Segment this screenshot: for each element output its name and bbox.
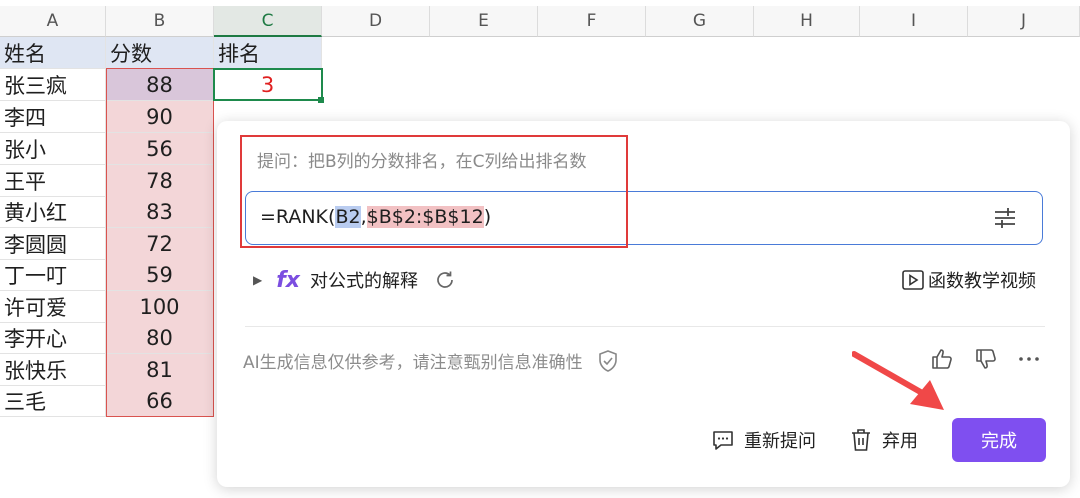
disclaimer: AI生成信息仅供参考，请注意甄别信息准确性 <box>243 348 619 373</box>
more-options-icon[interactable] <box>1018 347 1040 371</box>
column-header-b[interactable]: B <box>106 6 214 37</box>
fx-icon: fx <box>276 267 300 293</box>
column-header-j[interactable]: J <box>968 6 1080 37</box>
score-cell[interactable]: 80 <box>106 322 214 354</box>
video-label: 函数教学视频 <box>928 271 1036 292</box>
column-header-e[interactable]: E <box>430 6 538 37</box>
formula-explanation-toggle[interactable]: ▶ fx 对公式的解释 <box>253 267 456 293</box>
sliders-icon[interactable] <box>992 206 1018 230</box>
name-cell[interactable]: 李圆圆 <box>0 228 106 260</box>
panel-actions: 重新提问 弃用 完成 <box>712 418 1046 462</box>
feedback-actions <box>930 347 1040 371</box>
name-cell[interactable]: 丁一叮 <box>0 259 106 291</box>
name-cell[interactable]: 许可爱 <box>0 291 106 323</box>
tutorial-video-link[interactable]: 函数教学视频 <box>902 267 1036 293</box>
name-cell[interactable]: 黄小红 <box>0 196 106 228</box>
name-cell[interactable]: 王平 <box>0 165 106 197</box>
reask-button[interactable]: 重新提问 <box>712 427 816 453</box>
column-header-g[interactable]: G <box>646 6 754 37</box>
formula-field[interactable]: =RANK(B2, $B$2:$B$12) <box>245 191 1043 245</box>
formula-range: $B$2:$B$12 <box>366 206 484 228</box>
name-cell[interactable]: 张小 <box>0 133 106 165</box>
score-cell[interactable]: 72 <box>106 228 214 260</box>
divider <box>245 326 1045 327</box>
discard-label: 弃用 <box>882 431 918 452</box>
fill-handle[interactable] <box>318 97 324 103</box>
header-cell-name[interactable]: 姓名 <box>0 37 106 69</box>
rank-value: 3 <box>260 72 275 97</box>
formula-prefix: =RANK( <box>260 206 336 228</box>
discard-button[interactable]: 弃用 <box>850 427 918 453</box>
score-cell[interactable]: 56 <box>106 133 214 165</box>
name-cell[interactable]: 三毛 <box>0 385 106 417</box>
thumbs-down-icon[interactable] <box>974 347 998 371</box>
column-header-c[interactable]: C <box>214 6 322 37</box>
column-header-h[interactable]: H <box>754 6 860 37</box>
header-cell-rank[interactable]: 排名 <box>214 37 322 69</box>
score-cell[interactable]: 83 <box>106 196 214 228</box>
formula-ref-b2: B2 <box>335 206 361 228</box>
thumbs-up-icon[interactable] <box>930 347 954 371</box>
explain-label: 对公式的解释 <box>310 271 418 292</box>
chat-bubble-icon <box>713 431 733 450</box>
play-video-icon <box>902 270 924 290</box>
name-cell[interactable]: 李开心 <box>0 322 106 354</box>
score-cell[interactable]: 59 <box>106 259 214 291</box>
column-header-i[interactable]: I <box>860 6 968 37</box>
name-cell[interactable]: 张三疯 <box>0 69 106 101</box>
disclaimer-text: AI生成信息仅供参考，请注意甄别信息准确性 <box>243 353 583 373</box>
trash-icon <box>852 429 870 451</box>
column-header-d[interactable]: D <box>322 6 430 37</box>
score-cell[interactable]: 78 <box>106 165 214 197</box>
score-cell[interactable]: 88 <box>106 69 214 101</box>
rank-cell[interactable]: 3 <box>214 69 322 101</box>
name-cell[interactable]: 李四 <box>0 101 106 133</box>
done-button[interactable]: 完成 <box>952 418 1046 462</box>
score-cell[interactable]: 81 <box>106 354 214 386</box>
column-header-f[interactable]: F <box>538 6 646 37</box>
column-header-a[interactable]: A <box>0 6 106 37</box>
name-cell[interactable]: 张快乐 <box>0 354 106 386</box>
refresh-icon[interactable] <box>434 269 456 291</box>
score-cell[interactable]: 100 <box>106 291 214 323</box>
prompt-text: 提问：把B列的分数排名，在C列给出排名数 <box>257 152 587 172</box>
expand-triangle-icon: ▶ <box>253 273 263 287</box>
score-cell[interactable]: 66 <box>106 385 214 417</box>
shield-check-icon <box>598 349 617 372</box>
formula-text: =RANK(B2, $B$2:$B$12) <box>260 206 491 228</box>
ai-formula-panel: 提问：把B列的分数排名，在C列给出排名数 =RANK(B2, $B$2:$B$12… <box>217 121 1070 487</box>
reask-label: 重新提问 <box>744 431 816 452</box>
header-cell-score[interactable]: 分数 <box>106 37 214 69</box>
formula-suffix: ) <box>483 206 492 228</box>
score-cell[interactable]: 90 <box>106 101 214 133</box>
